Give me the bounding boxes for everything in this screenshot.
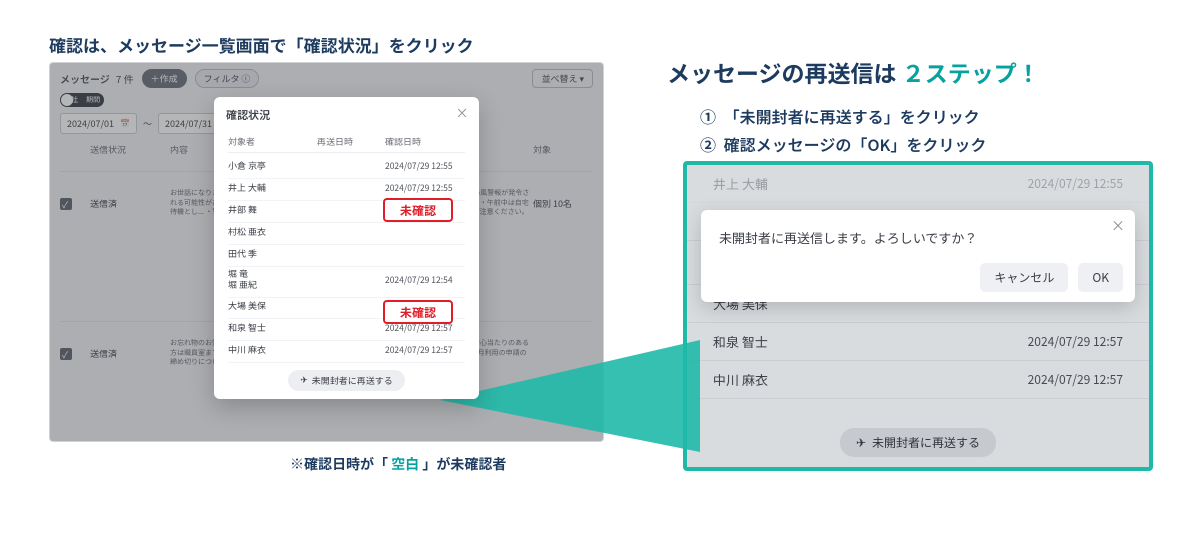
unconfirmed-badge: 未確認 (383, 198, 453, 222)
caption-post: 」が未確認者 (422, 454, 506, 474)
toggle-option-b: 期間 (86, 95, 100, 105)
recipient-name: 井上 大輔 (228, 181, 317, 194)
message-count: 7 件 (116, 71, 134, 86)
row-target: 個別 10名 (533, 197, 593, 210)
recipient-name: 和泉 智士 (713, 332, 768, 351)
paper-plane-icon: ✈ (300, 373, 308, 386)
heading-right: メッセージの再送信は ２ステップ！ (667, 55, 1040, 89)
confirm-time: 2024/07/29 12:57 (1028, 333, 1123, 350)
paper-plane-icon: ✈ (856, 434, 866, 451)
col-status: 送信状況 (90, 143, 170, 161)
row-checkbox[interactable] (60, 198, 72, 210)
confirm-time: 2024/07/29 12:55 (385, 160, 465, 172)
confirm-time: 2024/07/29 12:55 (1028, 175, 1123, 192)
recipient-row: 和泉 智士 2024/07/29 12:57 (687, 323, 1149, 361)
connector-arrow (440, 340, 700, 452)
modal-col-resend: 再送日時 (317, 135, 385, 148)
scope-toggle[interactable]: 自社 期間 (60, 93, 104, 107)
recipient-name: 井上 大輔 (713, 174, 768, 193)
recipient-name: 村松 亜衣 (228, 225, 317, 238)
sub-step-1: ① 「未開封者に再送する」をクリック (700, 104, 980, 128)
ok-button[interactable]: OK (1078, 263, 1123, 292)
confirm-message: 未開封者に再送信します。よろしいですか？ (719, 228, 977, 247)
recipient-row: 井上 大輔 2024/07/29 12:55 (687, 165, 1149, 203)
step-1-text: 「未開封者に再送する」をクリック (724, 104, 980, 128)
modal-col-confirm: 確認日時 (385, 135, 465, 148)
sub-step-2: ② 確認メッセージの「OK」をクリック (700, 132, 986, 156)
screen-topbar: メッセージ 7 件 ＋作成 フィルタ ⓘ 並べ替え ▾ (60, 69, 593, 88)
resend-unopened-button[interactable]: ✈ 未開封者に再送する (840, 428, 996, 457)
recipient-name: 田代 季 (228, 247, 317, 260)
heading-right-plain: メッセージの再送信は (667, 55, 897, 89)
confirm-dialog: 未開封者に再送信します。よろしいですか？ × キャンセル OK (701, 210, 1135, 302)
confirm-time: 2024/07/29 12:57 (1028, 371, 1123, 388)
close-icon[interactable]: × (453, 103, 471, 121)
screen-title: メッセージ (60, 71, 110, 86)
resend-footer: ✈ 未開封者に再送する (687, 428, 1149, 457)
resend-btn-label: 未開封者に再送する (872, 434, 980, 451)
recipient-name: 中川 麻衣 (228, 343, 317, 356)
resend-unopened-button[interactable]: ✈ 未開封者に再送する (288, 370, 405, 391)
recipient-name: 大場 美保 (228, 299, 317, 312)
modal-header-row: 対象者 再送日時 確認日時 (228, 135, 465, 153)
recipient-name: 中川 麻衣 (713, 370, 768, 389)
toggle-knob (61, 94, 73, 106)
confirmation-status-modal: 確認状況 × 対象者 再送日時 確認日時 小倉 京亭 2024/07/29 12… (214, 97, 479, 399)
heading-right-accent: ２ステップ！ (902, 55, 1040, 89)
sort-button[interactable]: 並べ替え ▾ (532, 69, 593, 88)
step-2-number: ② (700, 132, 716, 156)
heading-left: 確認は、メッセージ一覧画面で「確認状況」をクリック (49, 32, 474, 57)
confirm-time: 2024/07/29 12:54 (385, 275, 465, 285)
modal-row: 中川 麻衣 2024/07/29 12:57 (228, 337, 465, 363)
confirm-time: 2024/07/29 12:55 (385, 182, 465, 194)
cancel-button[interactable]: キャンセル (980, 263, 1068, 292)
create-button[interactable]: ＋作成 (142, 69, 187, 88)
unconfirmed-badge: 未確認 (383, 300, 453, 324)
recipient-name: 井部 舞 (228, 203, 317, 216)
step-2-text: 確認メッセージの「OK」をクリック (724, 132, 987, 156)
modal-footer: ✈ 未開封者に再送する (214, 370, 479, 391)
resend-btn-label: 未開封者に再送する (312, 374, 393, 387)
close-icon[interactable]: × (1111, 216, 1125, 236)
recipient-name: 和泉 智士 (228, 321, 317, 334)
date-range: 2024/07/01 〜 2024/07/31 (60, 113, 235, 134)
caption-pre: ※確認日時が「 (290, 454, 388, 474)
step-1-number: ① (700, 104, 716, 128)
row-checkbox[interactable] (60, 348, 72, 360)
row-status: 送信済 (90, 347, 170, 360)
modal-col-name: 対象者 (228, 135, 317, 148)
caption-accent: 空白 (391, 454, 419, 474)
recipient-row: 中川 麻衣 2024/07/29 12:57 (687, 361, 1149, 399)
col-target: 対象 (533, 143, 593, 161)
recipient-name: 小倉 京亭 (228, 159, 317, 172)
caption-left: ※確認日時が「 空白 」が未確認者 (290, 454, 506, 474)
resend-zoom-panel: 井上 大輔 2024/07/29 12:55 井部 舞 2024/07/29 1… (683, 161, 1153, 471)
recipient-name: 堀 竜 堀 亜紀 (228, 269, 317, 291)
confirm-time: 2024/07/29 12:57 (385, 344, 465, 356)
date-tilde: 〜 (143, 117, 152, 130)
filter-button[interactable]: フィルタ ⓘ (195, 69, 260, 88)
date-from-input[interactable]: 2024/07/01 (60, 113, 137, 134)
row-status: 送信済 (90, 197, 170, 210)
modal-title: 確認状況 (226, 107, 270, 123)
